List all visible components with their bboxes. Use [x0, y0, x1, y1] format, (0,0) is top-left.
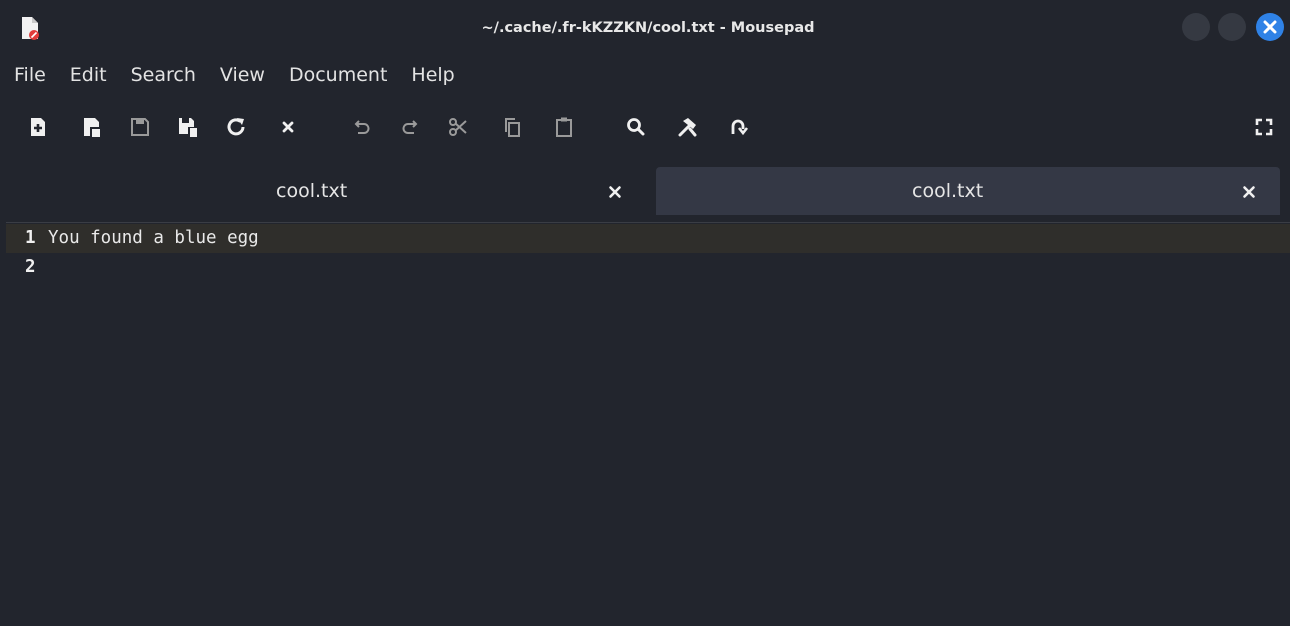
fullscreen-icon	[1255, 118, 1273, 136]
menu-file[interactable]: File	[6, 56, 58, 94]
editor-line[interactable]: 2	[6, 253, 1290, 282]
line-number: 1	[25, 228, 36, 248]
tab-close-button[interactable]	[608, 184, 622, 198]
go-to-line-button[interactable]	[726, 115, 750, 139]
save-button[interactable]	[128, 115, 152, 139]
maximize-button[interactable]	[1218, 13, 1246, 41]
menu-document[interactable]: Document	[277, 56, 399, 94]
close-document-icon	[282, 121, 294, 133]
menu-edit[interactable]: Edit	[58, 56, 119, 94]
cut-icon	[449, 118, 467, 136]
reload-button[interactable]	[224, 115, 248, 139]
close-button[interactable]	[1256, 13, 1284, 41]
window-title: ~/.cache/.fr-kKZZKN/cool.txt - Mousepad	[481, 20, 815, 36]
undo-button[interactable]	[350, 115, 374, 139]
tab-close-button[interactable]	[1242, 184, 1256, 198]
text-editor[interactable]: 1 You found a blue egg 2	[6, 223, 1290, 626]
search-replace-icon	[678, 118, 697, 137]
editor-line[interactable]: 1 You found a blue egg	[6, 224, 1290, 253]
menu-view[interactable]: View	[208, 56, 277, 94]
close-icon	[1263, 20, 1277, 34]
undo-icon	[354, 120, 370, 134]
search-button[interactable]	[624, 115, 648, 139]
reload-icon	[227, 118, 245, 136]
new-document-button[interactable]	[26, 115, 50, 139]
paste-button[interactable]	[552, 115, 576, 139]
tab-bar: cool.txt cool.txt	[6, 164, 1290, 223]
copy-button[interactable]	[500, 115, 524, 139]
tab-label: cool.txt	[912, 180, 984, 202]
fullscreen-button[interactable]	[1252, 115, 1276, 139]
tab-cool-txt-1[interactable]: cool.txt	[6, 167, 646, 215]
title-bar[interactable]: ~/.cache/.fr-kKZZKN/cool.txt - Mousepad	[6, 0, 1290, 56]
copy-icon	[505, 118, 520, 137]
mousepad-window: ~/.cache/.fr-kKZZKN/cool.txt - Mousepad …	[6, 0, 1290, 626]
redo-icon	[402, 120, 418, 134]
save-as-icon	[179, 118, 198, 138]
tab-label: cool.txt	[276, 180, 348, 202]
search-icon	[627, 118, 645, 136]
menu-help[interactable]: Help	[399, 56, 466, 94]
line-number: 2	[25, 257, 36, 277]
new-window-icon	[84, 118, 101, 138]
save-as-button[interactable]	[176, 115, 200, 139]
close-icon	[609, 186, 621, 198]
paste-icon	[556, 117, 572, 137]
tab-cool-txt-2[interactable]: cool.txt	[656, 167, 1280, 215]
cut-button[interactable]	[446, 115, 470, 139]
redo-button[interactable]	[398, 115, 422, 139]
search-replace-button[interactable]	[676, 115, 700, 139]
new-document-icon	[31, 118, 45, 136]
menu-search[interactable]: Search	[119, 56, 208, 94]
line-text[interactable]: You found a blue egg	[48, 224, 259, 253]
minimize-button[interactable]	[1182, 13, 1210, 41]
save-icon	[131, 118, 149, 136]
menu-bar: File Edit Search View Document Help	[6, 56, 467, 94]
new-window-button[interactable]	[80, 115, 104, 139]
close-icon	[1243, 186, 1255, 198]
toolbar	[6, 104, 1290, 150]
close-document-button[interactable]	[276, 115, 300, 139]
go-to-line-icon	[731, 119, 749, 136]
